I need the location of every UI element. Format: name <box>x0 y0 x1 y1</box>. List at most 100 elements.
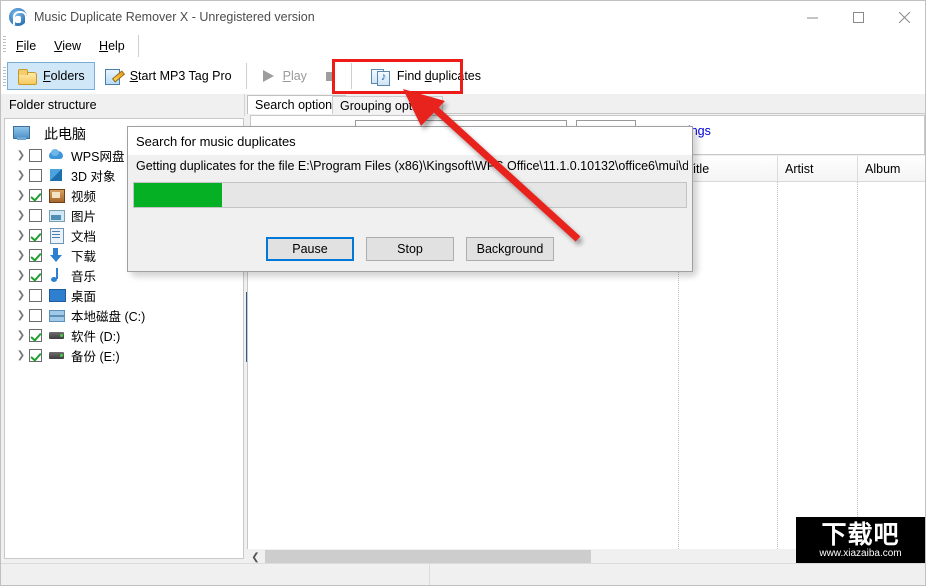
tree-item-label: 文档 <box>71 229 97 244</box>
music-icon <box>48 267 65 283</box>
tree-item-label: 图片 <box>71 209 97 224</box>
background-button[interactable]: Background <box>466 237 554 261</box>
dialog-button-row: Pause Stop Background <box>128 237 692 261</box>
menu-file[interactable]: File <box>7 36 45 56</box>
tab-search-options-label: Search options <box>255 98 339 112</box>
tool-bar: Folders Start MP3 Tag Pro Play ♪ Find du… <box>1 58 925 94</box>
chevron-right-icon[interactable]: ❯ <box>13 230 29 241</box>
tree-item-checkbox[interactable] <box>29 308 42 322</box>
3d-objects-icon <box>48 167 65 183</box>
tag-editor-icon <box>104 67 124 85</box>
find-duplicates-icon: ♪ <box>370 67 391 86</box>
find-duplicates-label: Find duplicates <box>396 69 482 83</box>
chevron-right-icon[interactable]: ❯ <box>13 270 29 281</box>
tree-item-label: 本地磁盘 (C:) <box>71 309 146 324</box>
play-icon <box>261 67 277 85</box>
watermark-text: 下载吧 <box>821 519 900 549</box>
start-mp3-tag-pro-button[interactable]: Start MP3 Tag Pro <box>95 62 241 90</box>
stop-playback-button[interactable] <box>316 62 346 90</box>
tab-grouping-options[interactable]: Grouping options <box>332 96 444 114</box>
downloads-icon <box>48 247 65 263</box>
tree-item-checkbox[interactable] <box>29 188 42 202</box>
chevron-right-icon[interactable]: ❯ <box>13 350 29 361</box>
folders-button-label: Folders <box>43 69 85 83</box>
tree-item-label: 下载 <box>71 249 97 264</box>
tree-item-7[interactable]: ❯ 桌面 <box>5 285 243 305</box>
pause-button-label: Pause <box>292 242 328 256</box>
chevron-right-icon[interactable]: ❯ <box>13 170 29 181</box>
tree-item-8[interactable]: ❯ 本地磁盘 (C:) <box>5 305 243 325</box>
tree-item-checkbox[interactable] <box>29 208 42 222</box>
documents-icon <box>48 227 65 244</box>
dialog-title: Search for music duplicates <box>136 133 296 149</box>
column-divider-album <box>857 182 858 553</box>
column-header-album-label: Album <box>865 162 901 176</box>
play-button-label: Play <box>282 69 307 83</box>
tree-item-label: WPS网盘 <box>71 149 125 164</box>
stop-button-label: Stop <box>397 242 423 256</box>
menu-divider <box>137 34 139 57</box>
column-header-artist-label: Artist <box>785 162 814 176</box>
menu-grip-icon[interactable] <box>3 36 6 54</box>
tree-item-checkbox[interactable] <box>29 328 42 342</box>
background-button-label: Background <box>476 242 544 256</box>
watermark-url: www.xiazaiba.com <box>819 547 902 559</box>
chevron-right-icon[interactable]: ❯ <box>13 210 29 221</box>
tree-item-checkbox[interactable] <box>29 248 42 262</box>
window-controls <box>789 1 925 33</box>
title-bar: Music Duplicate Remover X - Unregistered… <box>1 1 925 33</box>
menu-view[interactable]: View <box>45 36 90 56</box>
tree-item-label: 软件 (D:) <box>71 329 121 344</box>
folder-structure-title: Folder structure <box>9 98 97 112</box>
chevron-right-icon[interactable]: ❯ <box>13 290 29 301</box>
menu-bar: File View Help <box>1 33 925 58</box>
tree-item-checkbox[interactable] <box>29 168 42 182</box>
cloud-icon <box>48 147 65 163</box>
folder-icon <box>17 67 37 85</box>
play-button[interactable]: Play <box>252 62 316 90</box>
chevron-right-icon[interactable]: ❯ <box>13 250 29 261</box>
chevron-right-icon[interactable]: ❯ <box>13 330 29 341</box>
tree-item-checkbox[interactable] <box>29 148 42 162</box>
window-title: Music Duplicate Remover X - Unregistered… <box>34 10 315 24</box>
videos-icon <box>48 187 65 203</box>
find-duplicates-button[interactable]: ♪ Find duplicates <box>362 62 490 90</box>
tree-item-checkbox[interactable] <box>29 348 42 362</box>
options-tab-strip: Search options Grouping options <box>247 94 925 114</box>
stop-search-button[interactable]: Stop <box>366 237 454 261</box>
dialog-status-message: Getting duplicates for the file E:\Progr… <box>136 159 688 173</box>
computer-icon <box>13 125 33 143</box>
start-mp3-tag-pro-label: Start MP3 Tag Pro <box>129 69 232 83</box>
tree-item-checkbox[interactable] <box>29 228 42 242</box>
site-watermark: 下载吧 www.xiazaiba.com <box>796 517 925 563</box>
pause-button[interactable]: Pause <box>266 237 354 261</box>
local-disk-icon <box>48 307 65 323</box>
tab-grouping-options-label: Grouping options <box>340 98 436 113</box>
chevron-right-icon[interactable]: ❯ <box>13 310 29 321</box>
toolbar-divider-1 <box>245 63 247 89</box>
tree-item-label: 备份 (E:) <box>71 349 120 364</box>
status-bar <box>1 563 925 585</box>
tree-item-checkbox[interactable] <box>29 288 42 302</box>
folders-button[interactable]: Folders <box>7 62 95 90</box>
search-progress-dialog: Search for music duplicates Getting dupl… <box>127 126 693 272</box>
toolbar-grip-icon[interactable] <box>3 67 6 87</box>
chevron-right-icon[interactable]: ❯ <box>13 190 29 201</box>
menu-help[interactable]: Help <box>90 36 134 56</box>
tree-item-checkbox[interactable] <box>29 268 42 282</box>
dialog-title-bar: Search for music duplicates <box>128 127 692 155</box>
chevron-right-icon[interactable]: ❯ <box>13 150 29 161</box>
column-divider-artist <box>777 182 778 553</box>
minimize-icon[interactable] <box>789 1 835 33</box>
column-header-album[interactable]: Album <box>857 156 925 182</box>
application-window: Music Duplicate Remover X - Unregistered… <box>0 0 926 586</box>
maximize-icon[interactable] <box>835 1 881 33</box>
tree-item-10[interactable]: ❯ 备份 (E:) <box>5 345 243 365</box>
column-header-artist[interactable]: Artist <box>777 156 857 182</box>
tree-item-9[interactable]: ❯ 软件 (D:) <box>5 325 243 345</box>
menu-view-label: iew <box>62 38 82 53</box>
app-headphones-icon <box>9 8 27 26</box>
drive-icon <box>48 347 65 363</box>
close-icon[interactable] <box>881 1 925 33</box>
drive-icon <box>48 327 65 343</box>
